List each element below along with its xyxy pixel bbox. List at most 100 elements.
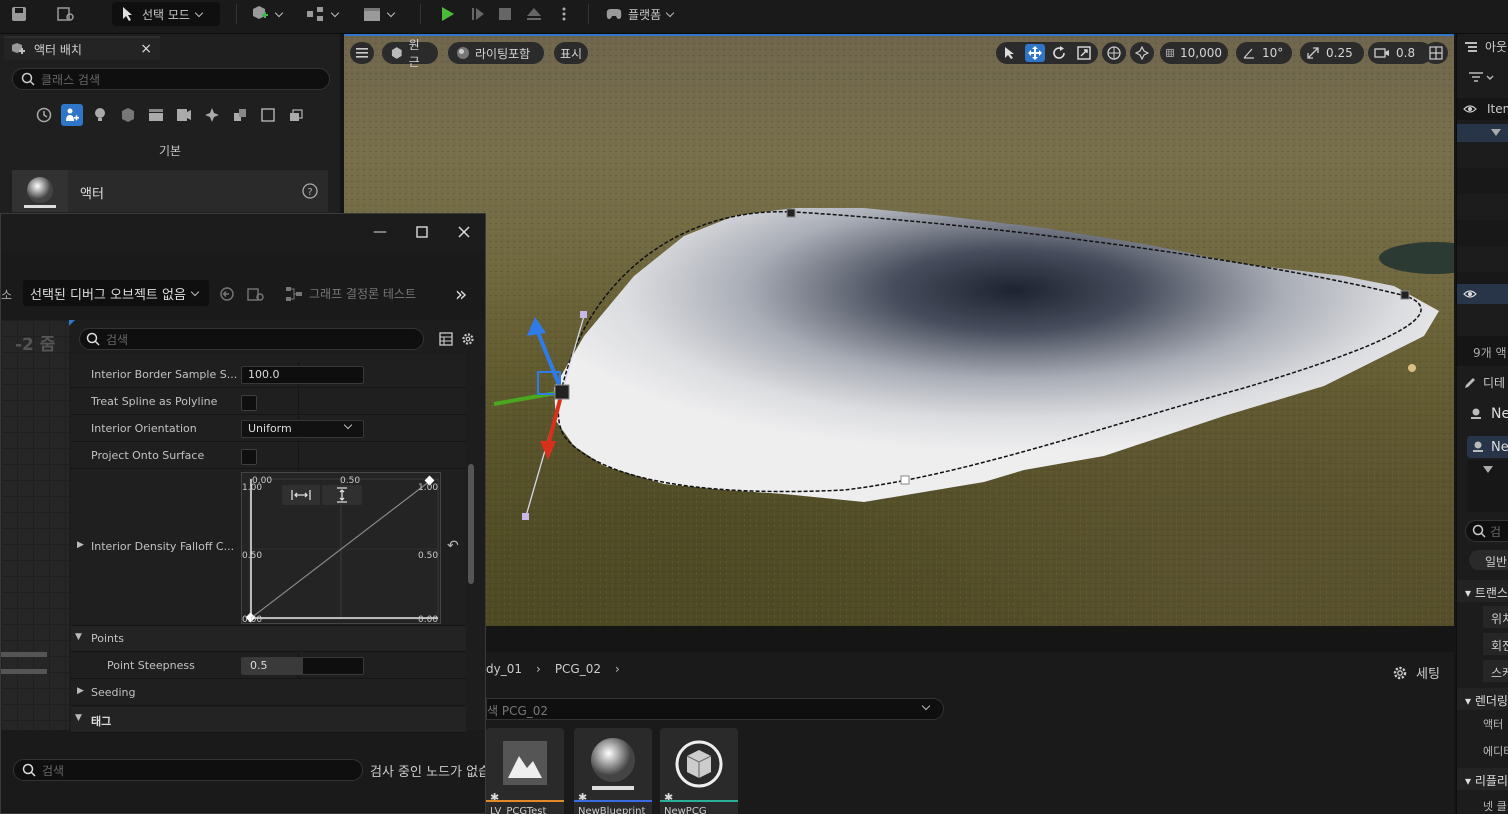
table-view-icon[interactable] — [439, 332, 453, 346]
show-menu-button[interactable]: 표시 — [554, 42, 588, 64]
browse-debug-icon[interactable] — [247, 286, 265, 302]
cinematic-icon[interactable] — [145, 104, 167, 126]
rendering-section[interactable]: ▾ 렌더링 — [1457, 688, 1508, 710]
asset-tile[interactable]: ✱ LV_PCGTest — [486, 728, 564, 814]
minimize-icon[interactable]: — — [373, 224, 387, 240]
falloff-curve-editor[interactable]: 0.00 0.50 1.00 1.00 0.50 0.50 0.00 0.00 — [241, 472, 441, 625]
settings-button[interactable]: 세팅 — [1392, 663, 1440, 682]
visibility-eye-icon[interactable] — [1463, 103, 1477, 115]
all-classes-icon[interactable] — [229, 104, 251, 126]
help-icon[interactable]: ? — [302, 183, 318, 199]
details-search-input[interactable]: 검색 — [79, 328, 424, 350]
world-local-toggle[interactable] — [1102, 42, 1126, 64]
reset-to-default-icon[interactable]: ↶ — [447, 538, 459, 554]
scale-snap-button[interactable]: 0.25 — [1300, 42, 1364, 64]
volumes-icon[interactable] — [201, 104, 223, 126]
toolbar-overflow-icon[interactable]: » — [455, 282, 467, 306]
lighting-mode-button[interactable]: 라이팅포함 — [448, 42, 544, 64]
rotation-snap-button[interactable]: 10° — [1236, 42, 1292, 64]
general-filter-tab[interactable]: 일반 — [1469, 550, 1508, 570]
eject-button[interactable] — [526, 2, 548, 26]
details-tab[interactable]: 디테 — [1463, 374, 1505, 391]
recent-icon[interactable] — [33, 104, 55, 126]
spline-point[interactable] — [554, 384, 570, 400]
shapes-icon[interactable] — [117, 104, 139, 126]
component-row-selected[interactable]: Ne — [1467, 436, 1508, 458]
lights-icon[interactable] — [89, 104, 111, 126]
orientation-dropdown[interactable]: Uniform — [241, 420, 364, 438]
debug-object-dropdown[interactable]: 선택된 디버그 오브젝트 없음 — [23, 280, 209, 306]
viewport-layout-button[interactable] — [1424, 42, 1448, 64]
move-tool-icon[interactable] — [1024, 44, 1045, 62]
play-button[interactable] — [438, 2, 464, 26]
blueprint-button[interactable] — [306, 2, 346, 26]
outliner-tab[interactable]: 아웃 — [1465, 38, 1507, 55]
asset-tile[interactable]: ✱ NewBlueprint — [574, 728, 652, 814]
border-sample-input[interactable]: 100.0 — [241, 366, 364, 384]
spline-point[interactable] — [1400, 290, 1410, 300]
fit-horizontal-button[interactable] — [282, 485, 320, 505]
breadcrumb-item[interactable]: dy_01 — [486, 662, 522, 676]
basic-category-icon[interactable] — [61, 104, 83, 126]
outliner-row-highlighted[interactable] — [1457, 284, 1508, 304]
graph-determinism-test-button[interactable]: 그래프 결정론 테스트 — [285, 285, 416, 302]
breadcrumb-item[interactable]: PCG_02 — [555, 662, 601, 676]
filter-icon[interactable] — [1469, 72, 1495, 87]
scale-tool-icon[interactable] — [1074, 44, 1095, 62]
project-surface-checkbox[interactable] — [241, 449, 257, 465]
geometry-icon[interactable] — [257, 104, 279, 126]
select-mode-dropdown[interactable]: 선택 모드 — [112, 2, 220, 26]
browse-icon[interactable] — [56, 2, 84, 26]
asset-search-input[interactable]: 색 PCG_02 — [486, 698, 944, 720]
close-icon[interactable] — [458, 226, 470, 238]
perspective-button[interactable]: 원근 — [382, 38, 438, 69]
expand-arrow-icon[interactable] — [1491, 129, 1501, 137]
class-search-input[interactable]: 클래스 검색 — [12, 68, 330, 90]
tangent-handle[interactable] — [580, 311, 587, 318]
maximize-icon[interactable] — [416, 226, 428, 238]
play-options-button[interactable] — [556, 2, 572, 26]
grid-snap-button[interactable]: 10,000 — [1160, 42, 1228, 64]
details-scrollbar[interactable] — [468, 464, 474, 584]
visibility-eye-icon[interactable] — [1463, 288, 1477, 300]
tangent-handle[interactable] — [522, 513, 529, 520]
save-icon[interactable] — [10, 2, 38, 26]
steepness-slider[interactable]: 0.5 — [241, 657, 364, 675]
details-search-input[interactable]: 검 — [1465, 520, 1508, 542]
transform-section[interactable]: ▾ 트랜스 — [1457, 580, 1508, 602]
seeding-section-header[interactable]: ▶ Seeding — [71, 680, 466, 706]
scale-property[interactable]: 스케 — [1483, 660, 1508, 682]
node-search-input[interactable]: 검색 — [13, 759, 363, 781]
rotate-tool-icon[interactable] — [1049, 44, 1070, 62]
select-tool-icon[interactable] — [1000, 44, 1021, 62]
tab-place-actors[interactable]: 액터 배치 × — [4, 36, 160, 60]
level-viewport[interactable]: 원근 라이팅포함 표시 10,000 10° 0.25 0.8 — [344, 34, 1454, 626]
expand-arrow-icon[interactable]: ▶ — [77, 540, 84, 550]
viewport-menu-button[interactable] — [350, 42, 374, 64]
platform-dropdown[interactable]: 플랫폼 — [604, 2, 684, 26]
fit-vertical-button[interactable] — [322, 485, 362, 505]
rotation-property[interactable]: 회전 — [1483, 633, 1508, 655]
layers-icon[interactable] — [285, 104, 307, 126]
points-section-header[interactable]: ▼ Points — [71, 626, 466, 652]
cinematics-button[interactable] — [362, 2, 402, 26]
outliner-row-selected[interactable] — [1457, 124, 1508, 142]
graph-canvas[interactable]: -2 줌 — [1, 320, 69, 730]
replication-section[interactable]: ▾ 리플리 — [1457, 768, 1508, 790]
close-tab-icon[interactable]: × — [140, 41, 152, 57]
actor-list-item[interactable]: 액터 ? — [12, 170, 328, 212]
expand-arrow-icon[interactable] — [1483, 466, 1493, 474]
treat-spline-checkbox[interactable] — [241, 395, 257, 411]
visual-effects-icon[interactable] — [173, 104, 195, 126]
go-back-icon[interactable] — [219, 286, 235, 302]
step-button[interactable] — [470, 2, 492, 26]
asset-tile[interactable]: ✱ NewPCG — [660, 728, 738, 814]
spline-point[interactable] — [786, 208, 796, 218]
camera-speed-button[interactable]: 0.8 — [1368, 42, 1432, 64]
add-actor-button[interactable] — [250, 2, 290, 26]
spline-point[interactable] — [900, 475, 910, 485]
surface-snap-toggle[interactable] — [1130, 42, 1154, 64]
tags-section-header[interactable]: ▼ 태그 — [71, 707, 466, 733]
item-column-header[interactable]: Item — [1487, 102, 1508, 116]
settings-gear-icon[interactable] — [461, 332, 475, 346]
